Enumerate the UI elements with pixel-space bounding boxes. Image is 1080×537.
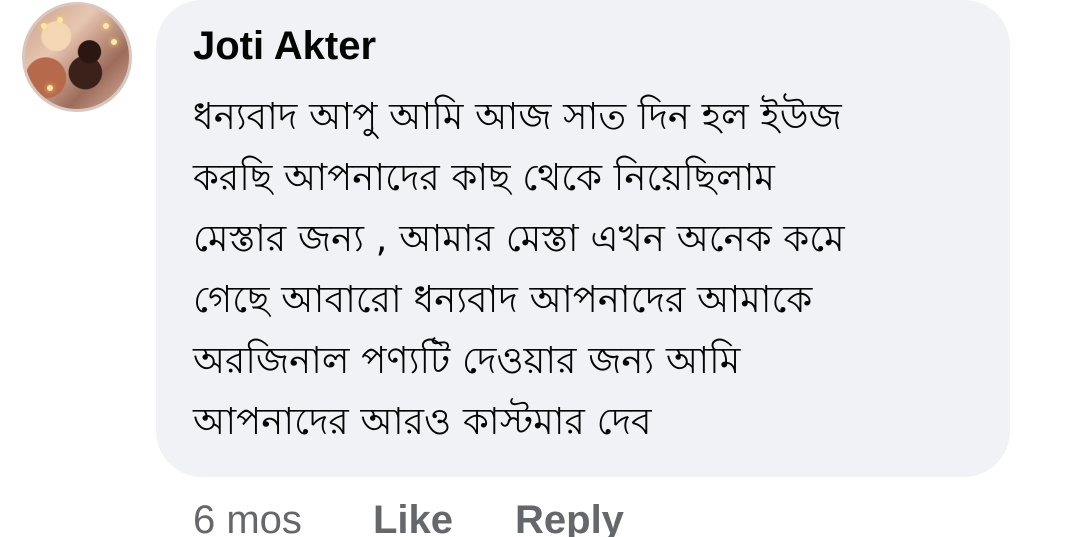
comment-author-name[interactable]: Joti Akter [193,24,376,69]
reply-button[interactable]: Reply [515,498,624,537]
comment-message-line: অরজিনাল পণ্যটি দেওয়ার জন্য আমি [193,339,741,382]
comment-message-line: মেস্তার জন্য , আমার মেস্তা এখন অনেক কমে [193,217,845,260]
comment-message-line: আপনাদের আরও কাস্টমার দেব [193,400,652,443]
like-button[interactable]: Like [373,498,453,537]
avatar-photo-light [47,85,53,91]
comment-message-line: গেছে আবারো ধন্যবাদ আপনাদের আমাকে [193,278,813,321]
comment-message-line: ধন্যবাদ আপু আমি আজ সাত দিন হল ইউজ [193,95,842,138]
avatar-photo-light [41,23,47,29]
avatar-photo-light [103,23,109,29]
comment-timestamp[interactable]: 6 mos [193,498,302,537]
avatar-photo-light [57,17,63,23]
avatar-photo-light [111,39,117,45]
comment-message: ধন্যবাদ আপু আমি আজ সাত দিন হল ইউজ করছি আ… [193,86,983,452]
avatar[interactable] [22,2,132,112]
comment-message-line: করছি আপনাদের কাছ থেকে নিয়েছিলাম [193,156,775,199]
